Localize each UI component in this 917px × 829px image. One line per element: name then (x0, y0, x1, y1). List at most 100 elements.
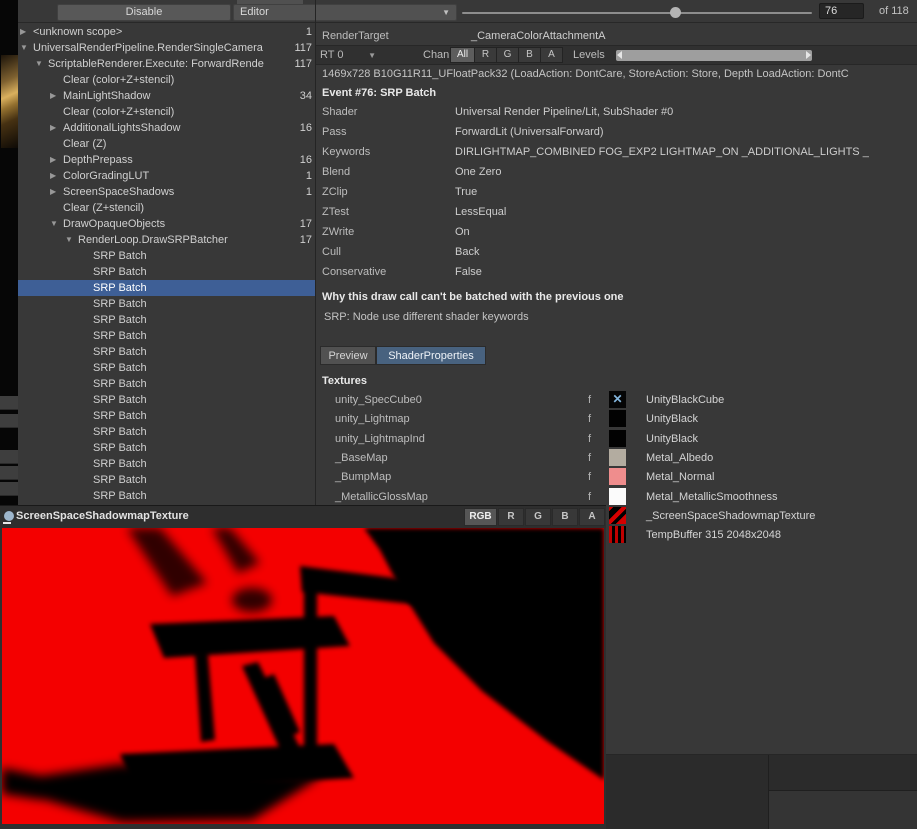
channel-button[interactable]: G (497, 48, 518, 62)
texture-asset-name: UnityBlack (646, 413, 698, 425)
tree-row[interactable]: SRP Batch (18, 344, 315, 360)
tree-row[interactable]: SRP Batch (18, 312, 315, 328)
tree-row[interactable]: Clear (color+Z+stencil) (18, 104, 315, 120)
tree-expand-icon[interactable]: ▼ (65, 232, 77, 248)
tree-row-label: SRP Batch (93, 408, 289, 424)
tree-row[interactable]: SRP Batch (18, 264, 315, 280)
tree-row[interactable]: SRP Batch (18, 296, 315, 312)
texture-thumbnail-icon[interactable] (609, 410, 626, 427)
tree-row[interactable]: SRP Batch (18, 456, 315, 472)
tree-expand-icon[interactable]: ▶ (50, 88, 62, 104)
texture-thumbnail-icon[interactable] (609, 488, 626, 505)
tree-expand-icon[interactable]: ▶ (50, 168, 62, 184)
detail-label: Conservative (322, 266, 386, 278)
event-number-field[interactable]: 76 (819, 3, 864, 19)
tree-row[interactable]: Clear (color+Z+stencil) (18, 72, 315, 88)
preview-bottom-strip (0, 824, 606, 829)
rt-index-dropdown[interactable]: RT 0 ▼ (320, 48, 378, 63)
texture-row[interactable]: _BumpMap f Metal_Normal (316, 468, 917, 487)
tree-row[interactable]: SRP Batch (18, 248, 315, 264)
levels-min-handle[interactable] (617, 51, 622, 59)
render-target-label: RenderTarget (322, 30, 389, 42)
tree-row[interactable]: SRP Batch (18, 440, 315, 456)
detail-value: False (455, 266, 915, 278)
channel-button-group: All R G B A (450, 47, 563, 63)
detail-label: Shader (322, 106, 357, 118)
tree-row[interactable]: ▶ AdditionalLightsShadow 16 (18, 120, 315, 136)
tree-row[interactable]: Clear (Z+stencil) (18, 200, 315, 216)
texture-thumbnail-icon[interactable] (609, 430, 626, 447)
texture-thumbnail-icon[interactable] (609, 507, 626, 524)
tree-expand-icon[interactable]: ▼ (20, 40, 32, 56)
levels-max-handle[interactable] (806, 51, 811, 59)
tree-row[interactable]: ▶ ColorGradingLUT 1 (18, 168, 315, 184)
tree-row[interactable]: SRP Batch (18, 488, 315, 504)
detail-label: Keywords (322, 146, 370, 158)
texture-property-name: _BaseMap (335, 452, 388, 464)
tree-row[interactable]: SRP Batch (18, 280, 315, 296)
tree-row-count: 17 (300, 216, 312, 232)
preview-channel-button[interactable]: A (579, 508, 605, 526)
texture-row[interactable]: unity_SpecCube0 f ✕ UnityBlackCube (316, 391, 917, 410)
texture-thumbnail-icon[interactable] (609, 468, 626, 485)
tab-preview[interactable]: Preview (320, 346, 376, 365)
target-selector-dropdown[interactable]: Editor ▼ (233, 4, 457, 21)
tree-row[interactable]: ▼ ScriptableRenderer.Execute: ForwardRen… (18, 56, 315, 72)
event-slider-track[interactable] (462, 12, 812, 14)
tree-expand-icon[interactable]: ▶ (20, 24, 32, 40)
texture-thumbnail-icon[interactable]: ✕ (609, 391, 626, 408)
target-selector-value: Editor (240, 6, 269, 18)
tree-row[interactable]: ▶ DepthPrepass 16 (18, 152, 315, 168)
tab-shader-properties[interactable]: ShaderProperties (376, 346, 486, 365)
disable-button[interactable]: Disable (57, 4, 231, 21)
tree-row[interactable]: ▼ DrawOpaqueObjects 17 (18, 216, 315, 232)
tree-expand-icon[interactable]: ▶ (50, 152, 62, 168)
event-slider-handle[interactable] (670, 7, 681, 18)
texture-thumbnail-icon[interactable] (609, 449, 626, 466)
tree-row[interactable]: Clear (Z) (18, 136, 315, 152)
texture-property-name: unity_LightmapInd (335, 433, 425, 445)
tree-expand-icon[interactable]: ▼ (50, 216, 62, 232)
preview-channel-button[interactable]: R (498, 508, 524, 526)
tree-row[interactable]: ▶ MainLightShadow 34 (18, 88, 315, 104)
tree-row-label: ColorGradingLUT (63, 168, 289, 184)
tree-expand-icon[interactable]: ▼ (35, 56, 47, 72)
levels-label: Levels (573, 49, 605, 61)
tree-row[interactable]: SRP Batch (18, 376, 315, 392)
tree-expand-icon[interactable]: ▶ (50, 120, 62, 136)
texture-row[interactable]: unity_Lightmap f UnityBlack (316, 410, 917, 429)
texture-row[interactable]: unity_LightmapInd f UnityBlack (316, 430, 917, 449)
tree-row-label: DrawOpaqueObjects (63, 216, 289, 232)
tree-row[interactable]: SRP Batch (18, 408, 315, 424)
detail-row: Shader Universal Render Pipeline/Lit, Su… (316, 106, 917, 126)
tree-row[interactable]: SRP Batch (18, 424, 315, 440)
tree-row[interactable]: ▼ RenderLoop.DrawSRPBatcher 17 (18, 232, 315, 248)
texture-icon (4, 511, 14, 521)
preview-channel-button[interactable]: B (552, 508, 578, 526)
preview-channel-button[interactable]: RGB (464, 508, 497, 526)
tree-row[interactable]: SRP Batch (18, 472, 315, 488)
tree-row[interactable]: ▼ UniversalRenderPipeline.RenderSingleCa… (18, 40, 315, 56)
preview-titlebar: ScreenSpaceShadowmapTexture RGB R G B A (0, 506, 606, 528)
tree-row[interactable]: ▶ ScreenSpaceShadows 1 (18, 184, 315, 200)
tree-row[interactable]: SRP Batch (18, 392, 315, 408)
tree-row[interactable]: SRP Batch (18, 328, 315, 344)
channel-button[interactable]: All (451, 48, 474, 62)
channel-button[interactable]: A (541, 48, 562, 62)
tree-row[interactable]: SRP Batch (18, 360, 315, 376)
background-row (0, 396, 18, 410)
texture-row[interactable]: _BaseMap f Metal_Albedo (316, 449, 917, 468)
preview-channel-button[interactable]: G (525, 508, 551, 526)
tree-row-label: SRP Batch (93, 440, 289, 456)
tree-expand-icon[interactable]: ▶ (50, 184, 62, 200)
channel-button[interactable]: B (519, 48, 540, 62)
tree-row-label: Clear (color+Z+stencil) (63, 72, 289, 88)
channel-button[interactable]: R (475, 48, 496, 62)
tree-row-count: 1 (306, 168, 312, 184)
texture-thumbnail-icon[interactable] (609, 526, 626, 543)
tree-row[interactable]: ▶ <unknown scope> 1 (18, 24, 315, 40)
detail-value: On (455, 226, 915, 238)
detail-value: Universal Render Pipeline/Lit, SubShader… (455, 106, 915, 118)
levels-range-slider[interactable] (616, 50, 812, 61)
tree-row-label: UniversalRenderPipeline.RenderSingleCame… (33, 40, 289, 56)
